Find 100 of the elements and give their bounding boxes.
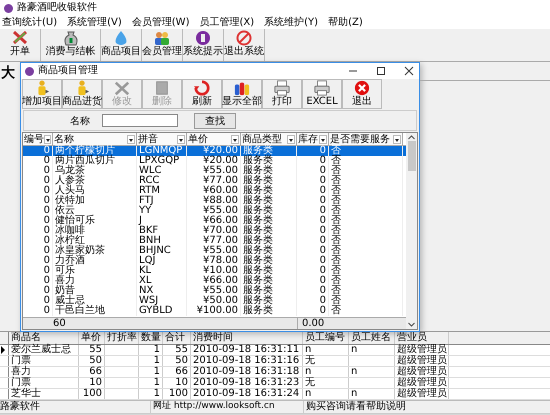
dropdown-icon[interactable] xyxy=(319,134,327,144)
table-cell: 0 xyxy=(297,146,329,156)
money-bag-icon xyxy=(62,30,80,46)
table-row[interactable]: 0 干邑白兰地 GYBLD ¥100.00 服务类 0 否 xyxy=(23,306,406,316)
dropdown-icon[interactable] xyxy=(127,134,135,144)
table-cell: 0 xyxy=(297,266,329,276)
table-cell: 0 xyxy=(23,176,53,186)
table-cell: 依云 xyxy=(53,206,137,216)
table-cell: 0 xyxy=(23,186,53,196)
table-cell: 0 xyxy=(23,146,53,156)
table-row[interactable]: 0 威士忌 WSJ ¥50.00 服务类 0 否 xyxy=(23,296,406,306)
toolbar-button[interactable]: 退出系统 xyxy=(224,29,265,61)
dropdown-icon[interactable] xyxy=(44,134,51,144)
figures-icon xyxy=(233,80,251,96)
table-cell: 0 xyxy=(23,236,53,246)
table-cell: 50 xyxy=(79,356,105,366)
table-row[interactable]: 0 冰咖啡 BKF ¥70.00 服务类 0 否 xyxy=(23,226,406,236)
table-cell: 1 xyxy=(139,367,163,377)
table-row[interactable]: 0 依云 YY ¥55.00 服务类 0 否 xyxy=(23,206,406,216)
column-header[interactable]: 营业员 xyxy=(395,332,449,344)
column-header[interactable]: 商品类型 xyxy=(241,133,297,145)
table-cell: 55 xyxy=(79,345,105,355)
table-row[interactable]: 0 冰柠红 BNH ¥77.00 服务类 0 否 xyxy=(23,236,406,246)
table-cell: 服务类 xyxy=(241,246,297,256)
table-cell: 人头马 xyxy=(53,186,137,196)
table-row[interactable]: 0 乌龙茶 WLC ¥55.00 服务类 0 否 xyxy=(23,166,406,176)
table-cell: 服务类 xyxy=(241,176,297,186)
table-row[interactable]: 0 喜力 XL ¥66.00 服务类 0 否 xyxy=(23,276,406,286)
table-row[interactable]: 0 人参茶 RCC ¥77.00 服务类 0 否 xyxy=(23,176,406,186)
table-cell: 2010-09-18 16:31:23 xyxy=(191,378,303,388)
column-header[interactable]: 拼音 xyxy=(137,133,187,145)
table-row[interactable]: 0 冰皇家奶茶 BHJNC ¥55.00 服务类 0 否 xyxy=(23,246,406,256)
scroll-thumb[interactable] xyxy=(408,141,416,171)
table-cell: 超级管理员 xyxy=(395,356,449,366)
dropdown-icon[interactable] xyxy=(177,134,185,144)
dropdown-icon[interactable] xyxy=(393,134,401,144)
name-field[interactable] xyxy=(102,114,178,127)
toolbar-button[interactable]: 显示全部 xyxy=(222,79,262,109)
column-header[interactable]: 打折率 xyxy=(105,332,139,344)
table-cell: ¥50.00 xyxy=(187,296,241,306)
table-cell: 服务类 xyxy=(241,206,297,216)
column-header[interactable]: 商品名 xyxy=(9,332,79,344)
column-header[interactable]: 消费时间 xyxy=(191,332,303,344)
dropdown-icon[interactable] xyxy=(287,134,295,144)
table-row[interactable]: 0 力乔酒 LQJ ¥78.00 服务类 0 否 xyxy=(23,256,406,266)
toolbar-button[interactable]: 打印 xyxy=(262,79,302,109)
menu-item[interactable]: 系统管理(V) xyxy=(67,16,122,28)
column-header[interactable]: 是否需要服务 xyxy=(329,133,403,145)
column-header[interactable]: 编号 xyxy=(23,133,53,145)
table-row[interactable]: 0 两片西瓜切片 LPXGQP ¥20.00 服务类 0 否 xyxy=(23,156,406,166)
column-header[interactable]: 单价 xyxy=(187,133,241,145)
toolbar-button[interactable]: 系统提示 xyxy=(183,29,224,61)
people-icon xyxy=(153,30,171,46)
table-cell: 力乔酒 xyxy=(53,256,137,266)
table-cell: 0 xyxy=(297,236,329,246)
column-header[interactable]: 单价 xyxy=(79,332,105,344)
menu-item[interactable]: 会员管理(W) xyxy=(132,16,190,28)
table-cell: 门票 xyxy=(9,378,79,388)
menu-item[interactable]: 员工管理(X) xyxy=(199,16,254,28)
toolbar-button[interactable]: 退出 xyxy=(342,79,382,109)
column-header[interactable]: 数量 xyxy=(139,332,163,344)
column-header[interactable]: 名称 xyxy=(53,133,137,145)
table-cell: 服务类 xyxy=(241,156,297,166)
scrollbar[interactable] xyxy=(406,133,417,329)
maximize-icon[interactable] xyxy=(375,65,387,77)
toolbar-button[interactable]: EXCEL xyxy=(302,79,342,109)
table-row[interactable]: 0 奶昔 NX ¥55.00 服务类 0 否 xyxy=(23,286,406,296)
table-row[interactable]: 0 两个柠檬切片 LGNMQP ¥20.00 服务类 0 否 xyxy=(23,146,406,156)
table-cell: WLC xyxy=(137,166,187,176)
menu-item[interactable]: 帮助(Z) xyxy=(328,16,363,28)
table-cell: 服务类 xyxy=(241,266,297,276)
table-row[interactable]: 0 人头马 RTM ¥60.00 服务类 0 否 xyxy=(23,186,406,196)
table-cell: XL xyxy=(137,276,187,286)
toolbar-button[interactable]: 会员管理 xyxy=(142,29,183,61)
toolbar-button[interactable]: 商品进货 xyxy=(62,79,102,109)
column-header[interactable]: 员工编号 xyxy=(303,332,349,344)
column-header[interactable]: 合计 xyxy=(163,332,191,344)
menu-item[interactable]: 系统维护(Y) xyxy=(264,16,318,28)
search-button[interactable]: 查找 xyxy=(194,112,236,128)
menu-item[interactable]: 查询统计(U) xyxy=(2,16,58,28)
column-header[interactable]: 员工姓名 xyxy=(349,332,395,344)
table-row[interactable]: 0 伏特加 FTJ ¥88.00 服务类 0 否 xyxy=(23,196,406,206)
column-header[interactable]: 库存 xyxy=(297,133,329,145)
table-cell: 0 xyxy=(297,196,329,206)
toolbar-button[interactable]: 刷新 xyxy=(182,79,222,109)
table-cell: 芝华士 xyxy=(9,389,79,399)
table-cell: ¥100.00 xyxy=(187,306,241,316)
scroll-up-icon[interactable] xyxy=(407,133,416,141)
table-cell: 服务类 xyxy=(241,166,297,176)
close-icon[interactable] xyxy=(403,65,415,77)
toolbar-button[interactable]: 增加项目 xyxy=(22,79,62,109)
table-row[interactable]: 0 可乐 KL ¥10.00 服务类 0 否 xyxy=(23,266,406,276)
table-cell: ¥70.00 xyxy=(187,226,241,236)
row-indicator[interactable] xyxy=(0,345,9,355)
table-cell: BNH xyxy=(137,236,187,246)
table-cell: KL xyxy=(137,266,187,276)
dropdown-icon[interactable] xyxy=(231,134,239,144)
toolbar-button[interactable]: 商品项目 xyxy=(101,29,142,61)
table-row[interactable]: 0 健怡可乐 J ¥66.00 服务类 0 否 xyxy=(23,216,406,226)
scroll-down-icon[interactable] xyxy=(407,321,416,329)
